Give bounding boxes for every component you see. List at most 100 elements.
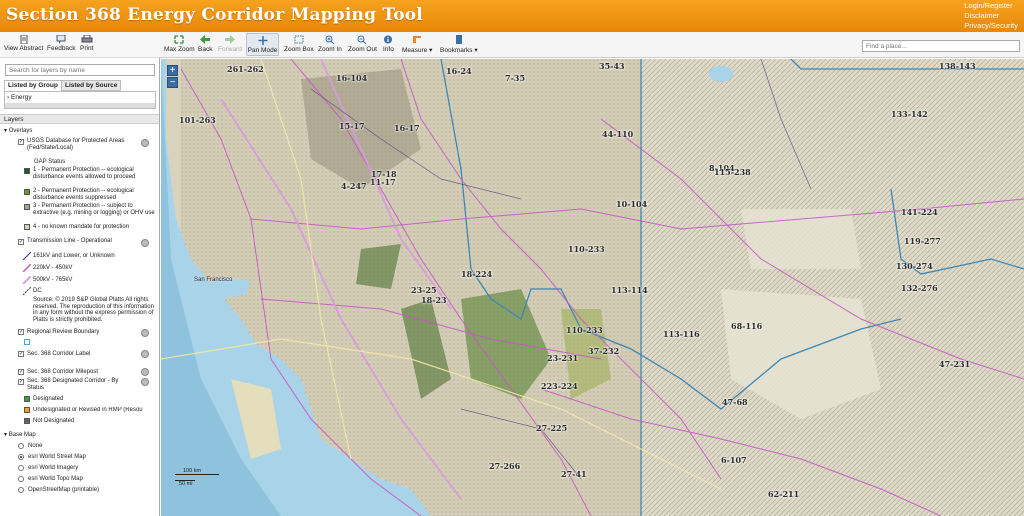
corridor-label: 62-211	[768, 489, 800, 499]
gap2-swatch	[24, 189, 30, 195]
scale-mi-label: 50 mi	[179, 481, 193, 487]
corridor-label-settings-icon[interactable]	[141, 350, 149, 358]
corridor-label: 16-104	[336, 73, 368, 83]
base-topo-label: esri World Topo Map	[28, 476, 83, 482]
max-zoom-button[interactable]: Max Zoom	[164, 35, 195, 53]
corridor-milepost-label: Sec. 368 Corridor Milepost	[27, 369, 99, 375]
usgs-checkbox[interactable]: ✓	[18, 139, 24, 145]
corridor-label: 27-41	[561, 469, 587, 479]
left-toolbar: View Abstract Feedback Print	[0, 32, 160, 58]
designated-checkbox[interactable]: ✓	[18, 379, 24, 385]
transmission-settings-icon[interactable]	[141, 239, 149, 247]
layer-search-input[interactable]	[5, 64, 155, 76]
base-osm-radio[interactable]	[18, 487, 24, 493]
corridor-label: 113-116	[663, 329, 700, 339]
document-icon	[20, 35, 28, 44]
pan-icon	[258, 36, 267, 45]
overlays-toggle[interactable]: ▾ Overlays	[4, 128, 32, 135]
corridor-label: 16-17	[394, 123, 420, 133]
base-none-label: None	[28, 443, 43, 449]
login-link[interactable]: Login/Register	[964, 1, 1018, 11]
regional-review-checkbox[interactable]: ✓	[18, 329, 24, 335]
corridor-label-label: Sec. 368 Corridor Label	[27, 351, 91, 357]
triangle-down-icon: ▾	[4, 128, 8, 134]
zoom-in-button[interactable]: Zoom In	[318, 35, 342, 53]
usgs-layer-title: USGS Database for Protected Areas (Fed/S…	[27, 138, 125, 151]
zoom-box-button[interactable]: Zoom Box	[284, 35, 314, 53]
corridor-label-checkbox[interactable]: ✓	[18, 351, 24, 357]
gap3-label: 3 - Permanent Protection -- subject to e…	[33, 203, 155, 216]
base-topo-radio[interactable]	[18, 476, 24, 482]
bookmarks-button[interactable]: Bookmarks ▾	[440, 35, 478, 54]
printer-icon	[81, 35, 93, 43]
gap3-swatch	[24, 204, 30, 210]
feedback-button[interactable]: Feedback	[47, 35, 76, 52]
view-abstract-button[interactable]: View Abstract	[4, 35, 43, 52]
corridor-label: 18-224	[461, 269, 493, 279]
forward-button[interactable]: Forward	[218, 35, 242, 53]
chevron-right-icon: ›	[7, 94, 10, 101]
app-header: Section 368 Energy Corridor Mapping Tool…	[0, 0, 1024, 32]
zoom-out-control[interactable]: −	[167, 77, 178, 88]
corridor-label: 23-25	[411, 285, 437, 295]
corridor-label: 37-232	[588, 346, 620, 356]
corridor-milepost-checkbox[interactable]: ✓	[18, 369, 24, 375]
app-title: Section 368 Energy Corridor Mapping Tool	[6, 5, 423, 25]
corridor-label: 132-276	[901, 283, 938, 293]
scale-bar-km	[175, 474, 219, 475]
transmission-checkbox[interactable]: ✓	[18, 239, 24, 245]
corridor-milepost-settings-icon[interactable]	[141, 368, 149, 376]
arrow-left-icon	[200, 35, 211, 44]
corridor-label: 223-224	[541, 381, 578, 391]
corridor-label: 27-266	[489, 461, 521, 471]
line-161kv-label: 161kV and Lower, or Unknown	[33, 253, 115, 259]
disclaimer-link[interactable]: Disclaimer	[964, 11, 1018, 21]
info-button[interactable]: Info	[383, 35, 394, 53]
corridor-label: 23-231	[547, 353, 579, 363]
designated-settings-icon[interactable]	[141, 378, 149, 386]
group-item-energy[interactable]: › Energy	[7, 94, 32, 101]
base-imagery-label: esri World Imagery	[28, 465, 79, 471]
gap2-label: 2 - Permanent Protection -- ecological d…	[33, 188, 134, 201]
corridor-label: 27-225	[536, 423, 568, 433]
corridor-label: 44-110	[602, 129, 634, 139]
zoom-out-button[interactable]: Zoom Out	[348, 35, 377, 53]
scale-km-label: 100 km	[183, 468, 202, 474]
measure-button[interactable]: Measure ▾	[402, 35, 432, 54]
regional-review-label: Regional Review Boundary	[27, 329, 100, 335]
max-zoom-icon	[174, 35, 184, 44]
zoom-out-icon	[357, 35, 367, 44]
zoom-box-icon	[294, 35, 304, 44]
pan-mode-button[interactable]: Pan Mode	[246, 33, 279, 56]
line-500kv-label: 500kV - 765kV	[33, 277, 73, 283]
back-button[interactable]: Back	[198, 35, 212, 53]
platts-source-note: Source: © 2019 S&P Global Platts All rig…	[33, 297, 154, 323]
find-place-input[interactable]	[862, 40, 1020, 52]
tab-listed-by-source[interactable]: Listed by Source	[61, 80, 122, 91]
usgs-settings-icon[interactable]	[141, 139, 149, 147]
gap4-label: 4 - no known mandate for protection	[33, 224, 130, 230]
regional-review-swatch	[24, 339, 30, 345]
base-none-radio[interactable]	[18, 443, 24, 449]
base-street-label: esri World Street Map	[28, 454, 86, 460]
privacy-link[interactable]: Privacy/Security	[964, 21, 1018, 31]
corridor-label: 35-43	[599, 61, 625, 71]
designated-layer-title: Sec. 368 Designated Corridor - By Status	[27, 378, 119, 391]
map-canvas[interactable]: + − San Francisco 261-262 16-24 7-35 35-…	[161, 59, 1024, 516]
base-osm-label: OpenStreetMap (printable)	[28, 487, 100, 493]
print-button[interactable]: Print	[80, 35, 93, 52]
tab-listed-by-group[interactable]: Listed by Group	[4, 80, 62, 91]
scale-bar: 100 km 50 mi	[175, 468, 219, 487]
base-street-radio[interactable]	[18, 454, 24, 460]
corridor-label: 113-114	[611, 285, 648, 295]
corridor-label: 115-238	[714, 167, 751, 177]
horizontal-scrollbar[interactable]	[5, 103, 155, 108]
base-imagery-radio[interactable]	[18, 465, 24, 471]
zoom-in-control[interactable]: +	[167, 65, 178, 76]
zoom-in-icon	[325, 35, 335, 44]
corridor-label: 18-23	[421, 295, 447, 305]
line-220kv-icon	[23, 264, 31, 272]
base-map-toggle[interactable]: ▾ Base Map	[4, 432, 36, 439]
corridor-label: 138-143	[939, 61, 976, 71]
regional-review-settings-icon[interactable]	[141, 329, 149, 337]
